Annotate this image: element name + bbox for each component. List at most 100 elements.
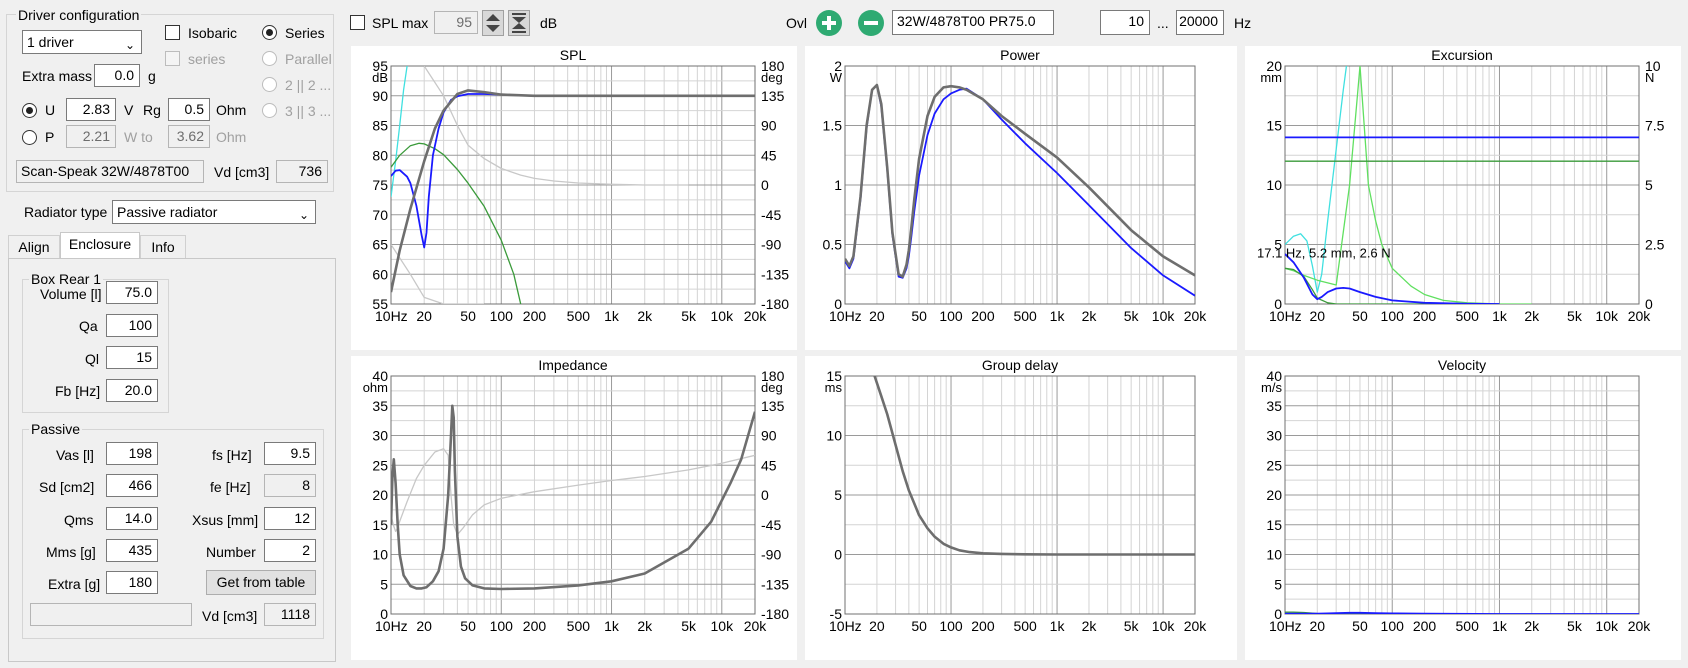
series-radio[interactable] [262, 25, 277, 40]
volume-field[interactable]: 75.0 [106, 281, 158, 304]
velocity-ylabel: m/s [1261, 380, 1282, 395]
xsus-label: Xsus [mm] [192, 512, 259, 528]
spl-chart[interactable]: SPL 95 90 85 80 75 70 65 60 55 dB 180 135 90 45 0 -45 -90… [351, 46, 797, 350]
power-xtick-label: 500 [1013, 308, 1037, 324]
u-field[interactable]: 2.83 [66, 98, 116, 121]
remove-overlay-button[interactable] [857, 9, 885, 37]
parallel-radio[interactable] [262, 51, 277, 66]
p-field[interactable]: 2.21 [66, 125, 116, 148]
tab-info[interactable]: Info [140, 235, 186, 259]
velocity-series-group [1285, 611, 1639, 614]
impedance-ytick-label: 15 [372, 517, 388, 533]
spl-max-field[interactable]: 95 [434, 11, 478, 34]
u-radio[interactable] [22, 103, 37, 118]
excursion-ylabel: mm [1260, 70, 1282, 85]
config2-label: 2 || 2 ... [285, 77, 332, 93]
velocity-xtick-label: 100 [1381, 618, 1405, 634]
w-to-field[interactable]: 3.62 [168, 125, 210, 148]
tab-enclosure[interactable]: Enclosure [60, 232, 140, 259]
power-xtick-label: 20 [869, 308, 885, 324]
radiator-type-select[interactable]: Passive radiator ⌄ [112, 200, 316, 224]
extra-field[interactable]: 180 [106, 571, 158, 594]
fs-field[interactable]: 9.5 [264, 442, 316, 465]
get-from-table-button[interactable]: Get from table [206, 570, 316, 595]
group-delay-grid [844, 375, 1196, 615]
group-delay-xtick-label: 2k [1082, 618, 1098, 634]
ql-field[interactable]: 15 [106, 346, 158, 369]
spl-max-spinner[interactable] [482, 10, 504, 36]
vd-field: 736 [276, 160, 328, 183]
isobaric-checkbox[interactable] [165, 25, 180, 40]
freq-max-field[interactable]: 20000 [1176, 10, 1224, 35]
excursion-chart[interactable]: Excursion 20 15 10 5 0 mm 10 7.5 5 2.5 0 N 10Hz 20 50 10… [1245, 46, 1681, 350]
plus-icon [816, 10, 842, 36]
chevron-down-icon: ⌄ [298, 208, 309, 222]
spl-y2label: deg [761, 70, 783, 85]
impedance-xtick-label: 500 [567, 618, 591, 634]
excursion-chart-svg: Excursion20151050mm107.552.50N10Hz 20 50 10… [1257, 47, 1665, 324]
qms-field[interactable]: 14.0 [106, 507, 158, 530]
excursion-xtick-label: 2k [1524, 308, 1540, 324]
group-delay-chart[interactable]: Group delay 15 10 5 0 -5 ms 10Hz 20 50 100 200 500 1k… [805, 356, 1237, 660]
fb-field[interactable]: 20.0 [106, 379, 158, 402]
isobaric-label: Isobaric [188, 25, 238, 41]
xsus-field[interactable]: 12 [264, 507, 316, 530]
extra-mass-unit: g [148, 68, 156, 84]
velocity-ytick-label: 5 [1274, 576, 1282, 592]
spl-xtick-label: 100 [490, 308, 514, 324]
drivers-select-value: 1 driver [27, 34, 74, 50]
excursion-xtick-label: 50 [1352, 308, 1368, 324]
volume-label: Volume [l] [40, 286, 102, 302]
rg-field[interactable]: 0.5 [168, 98, 210, 121]
spl-xtick-label: 20 [416, 308, 432, 324]
excursion-xtick-label: 5k [1567, 308, 1583, 324]
spl-max-label: SPL max [372, 15, 429, 31]
power-chart[interactable]: Power 2 1.5 1 0.5 0 W 10Hz 20 50 100 200 500 1k 2k 5k 10… [805, 46, 1237, 350]
power-xtick-label: 2k [1082, 308, 1098, 324]
impedance-y2tick-label: 90 [761, 428, 777, 444]
spl-y2tick-label: 135 [761, 88, 785, 104]
series-sub-checkbox[interactable] [165, 51, 180, 66]
spl-ytick-label: 75 [372, 177, 388, 193]
config2-radio[interactable] [262, 77, 277, 92]
overlay-name-field[interactable]: 32W/4878T00 PR75.0 [892, 10, 1054, 35]
group-delay-chart-svg: Group delay151050-5ms10Hz 20 50 100 200 500 1k… [825, 357, 1208, 634]
impedance-xtick-label: 20k [744, 618, 768, 634]
spl-grid [390, 65, 756, 305]
group-delay-xtick-label: 200 [971, 618, 995, 634]
impedance-grid [390, 375, 756, 615]
impedance-xtick-label: 5k [681, 618, 697, 634]
excursion-xtick-label: 20 [1309, 308, 1325, 324]
spl-y2tick-label: -135 [761, 266, 789, 282]
impedance-y2tick-label: 135 [761, 398, 785, 414]
impedance-title: Impedance [538, 357, 607, 373]
passive-name-field[interactable] [30, 603, 192, 626]
qa-field[interactable]: 100 [106, 314, 158, 337]
add-overlay-button[interactable] [815, 9, 843, 37]
power-chart-svg: Power21.510.50W10Hz 20 50 100 200 500 1k 2k 5k 10… [823, 47, 1208, 324]
config3-radio[interactable] [262, 103, 277, 118]
sd-field[interactable]: 466 [106, 474, 158, 497]
impedance-chart[interactable]: Impedance 40 35 30 25 20 15 10 5 0 ohm 180 135 90 45 0-… [351, 356, 797, 660]
vas-field[interactable]: 198 [106, 442, 158, 465]
drivers-select[interactable]: 1 driver ⌄ [22, 30, 142, 54]
vas-label: Vas [l] [56, 447, 94, 463]
freq-min-field[interactable]: 10 [1100, 10, 1150, 35]
extra-mass-field[interactable]: 0.0 [94, 64, 140, 87]
velocity-chart[interactable]: Velocity 40 35 30 25 20 15 10 5 0 m/s 10Hz 20 50 100 20… [1245, 356, 1681, 660]
impedance-ytick-label: 5 [380, 576, 388, 592]
excursion-ytick-label: 15 [1266, 118, 1282, 134]
excursion-ytick-label: 10 [1266, 177, 1282, 193]
impedance-xtick-label: 100 [490, 618, 514, 634]
spl-max-fit-button[interactable] [508, 10, 530, 36]
mms-field[interactable]: 435 [106, 539, 158, 562]
tab-align[interactable]: Align [8, 235, 60, 259]
excursion-xtick-label: 200 [1413, 308, 1437, 324]
impedance-ytick-label: 30 [372, 428, 388, 444]
number-field[interactable]: 2 [264, 539, 316, 562]
impedance-xtick-label: 50 [460, 618, 476, 634]
velocity-xtick-label: 20k [1628, 618, 1652, 634]
p-radio[interactable] [22, 130, 37, 145]
spl-max-checkbox[interactable] [350, 15, 365, 30]
driver-name-field[interactable]: Scan-Speak 32W/4878T00 [16, 160, 204, 183]
